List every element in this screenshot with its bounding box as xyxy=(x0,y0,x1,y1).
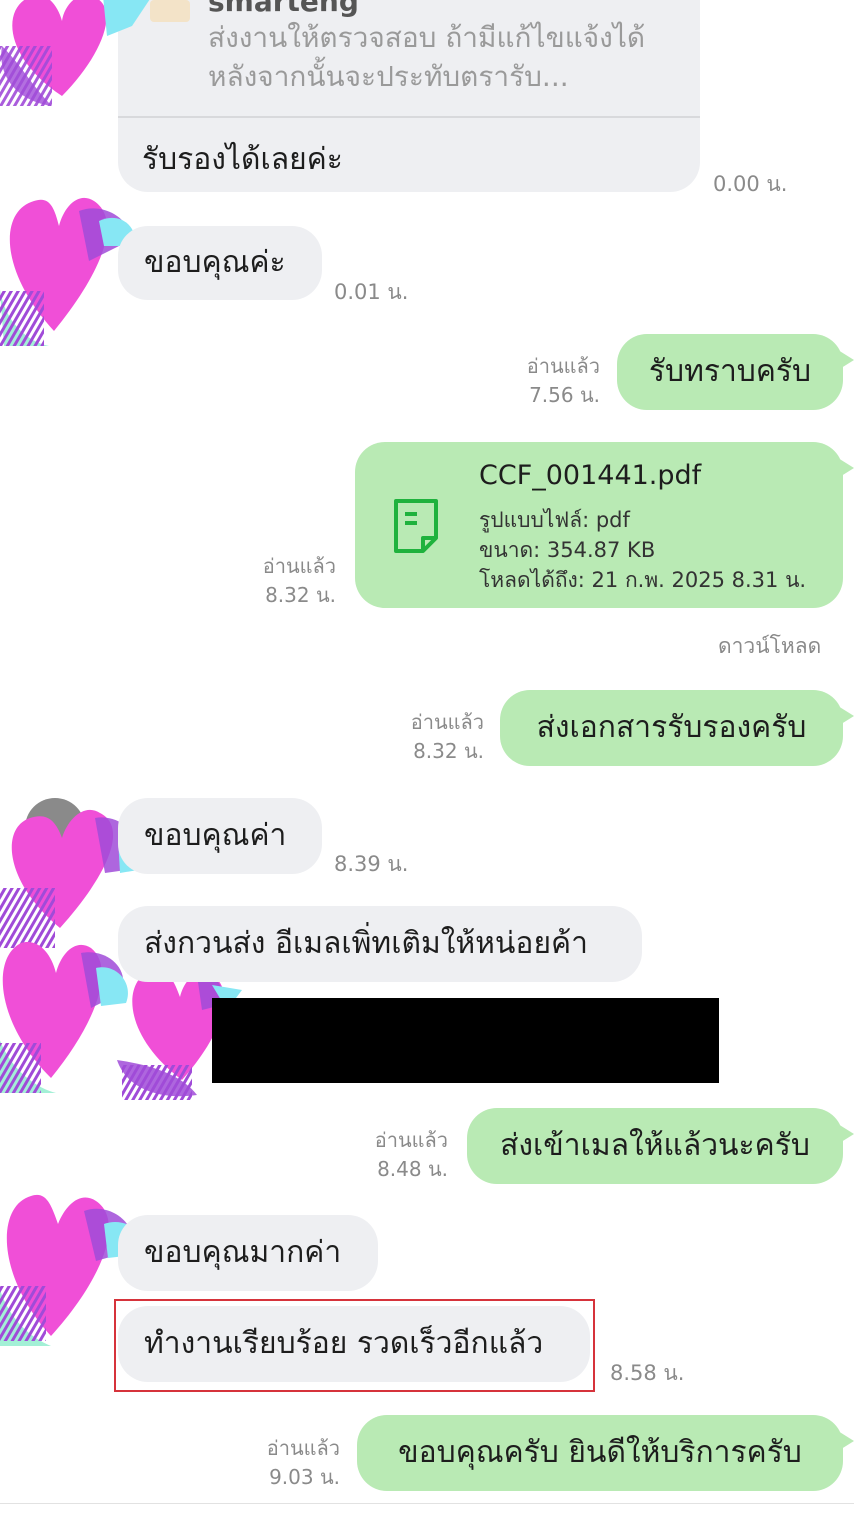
bubble-tail xyxy=(838,1124,854,1144)
bubble-tail xyxy=(838,458,854,478)
file-expiry: โหลดได้ถึง: 21 ก.พ. 2025 8.31 น. xyxy=(479,568,807,592)
read-label: อ่านแล้ว xyxy=(526,354,600,378)
message-bubble-outgoing[interactable]: ขอบคุณครับ ยินดีให้บริการครับ xyxy=(357,1415,843,1491)
message-bubble-outgoing[interactable]: ส่งเข้าเมลให้แล้วนะครับ xyxy=(467,1108,843,1184)
bubble-tail xyxy=(838,706,854,726)
read-label: อ่านแล้ว xyxy=(266,1436,340,1460)
read-receipt: อ่านแล้ว 9.03 น. xyxy=(240,1434,340,1492)
read-label: อ่านแล้ว xyxy=(374,1128,448,1152)
quoted-reply-bubble[interactable]: smarteng ส่งงานให้ตรวจสอบ ถ้ามีแก้ไขแจ้ง… xyxy=(118,0,700,192)
quoted-preview-text: ส่งงานให้ตรวจสอบ ถ้ามีแก้ไขแจ้งได้ หลังจ… xyxy=(208,21,646,94)
message-bubble-incoming[interactable]: ขอบคุณมากค่า xyxy=(118,1215,378,1291)
read-label: อ่านแล้ว xyxy=(410,710,484,734)
message-bubble-incoming[interactable]: ขอบคุณค่ะ xyxy=(118,226,322,300)
timestamp: 8.39 น. xyxy=(334,852,409,876)
timestamp: 0.00 น. xyxy=(713,172,788,196)
timestamp: 9.03 น. xyxy=(269,1465,340,1489)
timestamp: 0.01 น. xyxy=(334,280,409,304)
read-receipt: อ่านแล้ว 8.32 น. xyxy=(384,708,484,766)
read-receipt: อ่านแล้ว 7.56 น. xyxy=(500,352,600,410)
divider xyxy=(0,1503,854,1504)
message-bubble-incoming[interactable]: ส่งกวนส่ง อีเมลเพิ่ทเติมให้หน่อยค้า xyxy=(118,906,642,982)
highlight-box xyxy=(114,1299,595,1392)
read-label: อ่านแล้ว xyxy=(262,554,336,578)
timestamp: 8.32 น. xyxy=(413,739,484,763)
heart-sticker xyxy=(0,0,150,106)
timestamp: 7.56 น. xyxy=(529,383,600,407)
timestamp: 8.48 น. xyxy=(377,1157,448,1181)
message-bubble-incoming[interactable]: ขอบคุณค่า xyxy=(118,798,322,874)
download-link[interactable]: ดาวน์โหลด xyxy=(718,630,821,663)
file-name: CCF_001441.pdf xyxy=(479,460,702,491)
read-receipt: อ่านแล้ว 8.32 น. xyxy=(236,552,336,610)
bubble-tail xyxy=(838,1431,854,1451)
document-icon xyxy=(394,499,438,553)
quoted-sender-name: smarteng xyxy=(208,0,359,18)
file-message-bubble[interactable]: CCF_001441.pdf รูปแบบไฟล์: pdf ขนาด: 354… xyxy=(355,442,843,608)
quoted-reply-text: รับรองได้เลยค่ะ xyxy=(142,142,343,177)
timestamp: 8.58 น. xyxy=(610,1361,685,1385)
bubble-tail xyxy=(838,350,854,370)
quoted-divider xyxy=(118,116,700,118)
redacted-content xyxy=(212,998,719,1083)
read-receipt: อ่านแล้ว 8.48 น. xyxy=(348,1126,448,1184)
file-size: ขนาด: 354.87 KB xyxy=(479,538,656,562)
timestamp: 8.32 น. xyxy=(265,583,336,607)
message-bubble-outgoing[interactable]: ส่งเอกสารรับรองครับ xyxy=(500,690,843,766)
file-type: รูปแบบไฟล์: pdf xyxy=(479,508,630,532)
message-bubble-outgoing[interactable]: รับทราบครับ xyxy=(617,334,843,410)
